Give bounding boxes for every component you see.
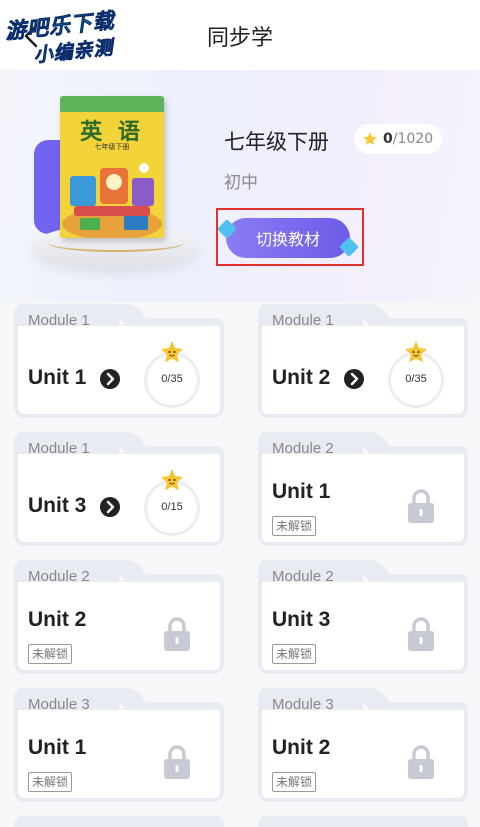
module-label: Module 2 (272, 440, 334, 457)
unit-grid: Module 1 Unit 1 0/35 Module 1 Unit 2 0/3… (0, 302, 480, 827)
cover-top-band (60, 96, 164, 112)
textbook-cover[interactable]: 英 语 七年级下册 (60, 96, 164, 238)
smiling-star-icon (161, 469, 183, 491)
unit-title: Unit 1 (28, 736, 87, 759)
textbook-display: 英 语 七年级下册 (30, 96, 200, 276)
star-icon (363, 132, 377, 145)
unit-title: Unit 1 (272, 480, 331, 503)
lock-icon (408, 745, 434, 779)
switch-textbook-label: 切换教材 (255, 230, 320, 249)
progress-text: 0/35 (161, 373, 183, 385)
unit-card[interactable]: Module 2 Unit 3 未解锁 (258, 560, 468, 674)
unit-title: Unit 3 (272, 608, 331, 631)
progress-text: 0/15 (161, 501, 183, 513)
progress-text: 0/35 (405, 373, 427, 385)
module-label: Module 1 (28, 312, 90, 329)
textbook-panel: 英 语 七年级下册 七年级下册 0 /1020 初中 切换教材 (0, 70, 480, 302)
unit-card[interactable]: Module 1 Unit 2 0/35 (258, 304, 468, 418)
locked-badge: 未解锁 (28, 772, 73, 792)
module-label: Module 1 (28, 440, 90, 457)
unit-card[interactable]: Module 1 Unit 1 0/35 (14, 304, 224, 418)
unit-title: Unit 2 (28, 608, 87, 631)
module-label: Module 2 (28, 568, 90, 585)
grade-title: 七年级下册 (224, 130, 329, 154)
school-level: 初中 (224, 173, 258, 193)
cover-subtitle: 七年级下册 (94, 143, 130, 151)
module-label: Module 2 (272, 568, 334, 585)
stars-total: /1020 (392, 131, 434, 147)
locked-badge: 未解锁 (272, 772, 317, 792)
go-arrow-icon[interactable] (344, 369, 364, 389)
go-arrow-icon[interactable] (100, 497, 120, 517)
unit-card[interactable]: Module 3 Unit 2 未解锁 (258, 688, 468, 802)
module-label: Module 3 (28, 696, 90, 713)
lock-icon (164, 617, 190, 651)
lock-icon (164, 745, 190, 779)
unit-title: Unit 2 (272, 736, 331, 759)
stars-earned: 0 (383, 131, 393, 147)
module-label: Module 3 (272, 696, 334, 713)
unit-card[interactable]: Module 1 Unit 3 0/15 (14, 432, 224, 546)
go-arrow-icon[interactable] (100, 369, 120, 389)
unit-card[interactable]: Module 2 Unit 1 未解锁 (258, 432, 468, 546)
unit-title: Unit 2 (272, 366, 331, 389)
unit-card[interactable]: Module 2 Unit 2 未解锁 (14, 560, 224, 674)
locked-badge: 未解锁 (272, 644, 317, 664)
lock-icon (408, 617, 434, 651)
card-peek (14, 816, 224, 827)
smiling-star-icon (161, 341, 183, 363)
lock-icon (408, 489, 434, 523)
page-title: 同步学 (206, 26, 273, 51)
locked-badge: 未解锁 (28, 644, 73, 664)
unit-title: Unit 3 (28, 494, 87, 517)
module-label: Module 1 (272, 312, 334, 329)
unit-card[interactable]: Module 3 Unit 1 未解锁 (14, 688, 224, 802)
locked-badge: 未解锁 (272, 516, 317, 536)
cover-illustration (60, 154, 164, 238)
switch-textbook-button[interactable]: 切换教材 (217, 218, 359, 258)
top-bar: 同步学 游吧乐下载 小编亲测 (0, 0, 480, 70)
card-peek (258, 816, 468, 827)
star-count-badge: 0 /1020 (354, 124, 442, 154)
smiling-star-icon (405, 341, 427, 363)
unit-title: Unit 1 (28, 366, 87, 389)
